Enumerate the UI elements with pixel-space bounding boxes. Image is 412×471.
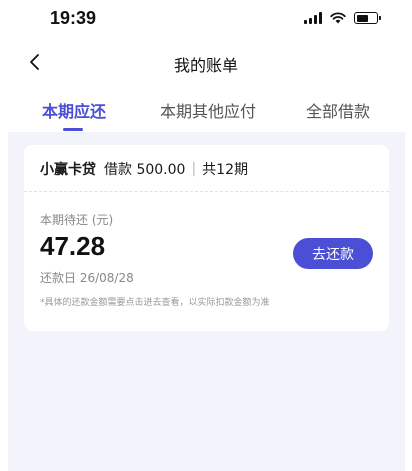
loan-summary: 小赢卡贷 借款 500.00 | 共12期 — [40, 159, 248, 179]
page-title: 我的账单 — [173, 56, 238, 75]
due-amount-label: 本期待还 (元) — [40, 213, 114, 227]
battery-icon — [354, 12, 381, 24]
repay-button[interactable]: 去还款 — [293, 238, 373, 269]
wifi-icon — [330, 12, 346, 24]
tab-other-payables[interactable]: 本期其他应付 — [160, 98, 256, 122]
tab-active-indicator — [63, 128, 83, 131]
loan-amount: 借款 500.00 — [104, 162, 186, 178]
nav-bar: 我的账单 — [0, 44, 412, 84]
bill-screen: 19:39 我的账单 本期应还 本期其他应付 全部借款 小赢卡贷 借款 500.… — [0, 0, 412, 471]
tab-current-due[interactable]: 本期应还 — [42, 98, 106, 122]
status-time: 19:39 — [50, 8, 97, 28]
due-amount-value: 47.28 — [40, 231, 106, 261]
loan-product-name: 小赢卡贷 — [40, 162, 96, 178]
status-icons — [304, 11, 381, 25]
tab-bar: 本期应还 本期其他应付 全部借款 — [0, 90, 412, 134]
loan-separator: | — [191, 161, 197, 177]
loan-periods: 共12期 — [202, 162, 248, 178]
cellular-signal-icon — [304, 12, 322, 24]
status-bar: 19:39 — [0, 0, 412, 38]
bill-card: 小赢卡贷 借款 500.00 | 共12期 本期待还 (元) 47.28 还款日… — [24, 145, 389, 331]
card-divider — [24, 191, 389, 192]
repay-date: 还款日 26/08/28 — [40, 271, 134, 285]
tab-all-loans[interactable]: 全部借款 — [306, 98, 370, 122]
repayment-note: *具体的还款金额需要点击进去查看，以实际扣款金额为准 — [40, 298, 270, 308]
